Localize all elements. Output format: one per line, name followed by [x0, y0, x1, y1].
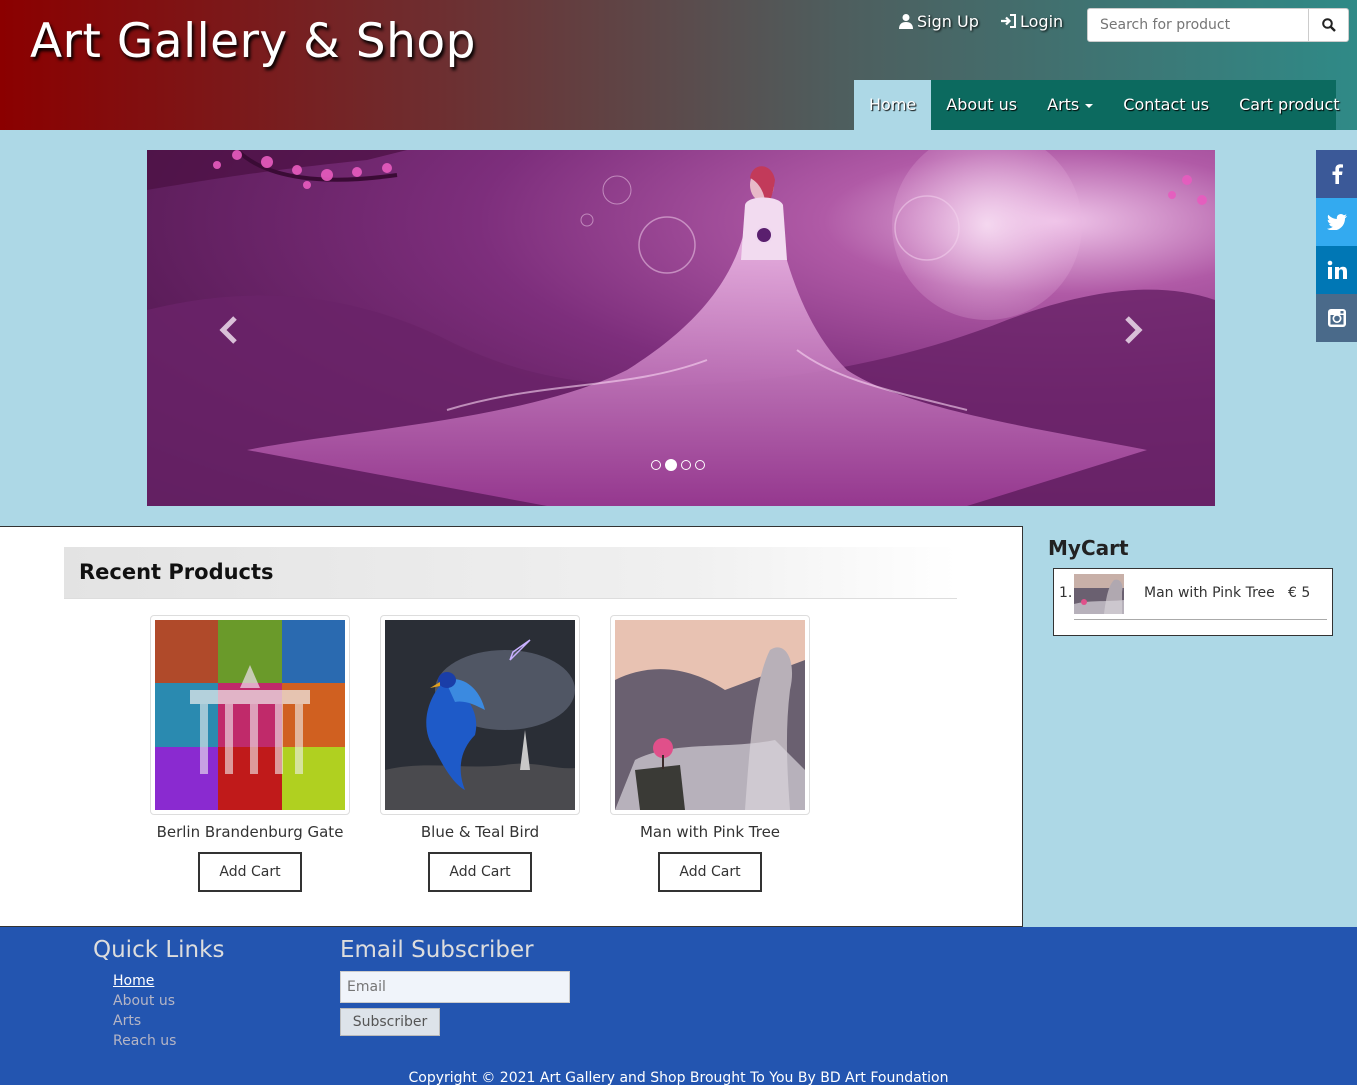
- carousel-next-button[interactable]: [1121, 310, 1145, 350]
- product-card: Man with Pink Tree Add Cart: [610, 615, 810, 892]
- nav-arts-label: Arts: [1047, 95, 1080, 114]
- nav-home-label: Home: [869, 95, 917, 114]
- product-name: Man with Pink Tree: [639, 823, 781, 841]
- login-label: Login: [1020, 12, 1064, 31]
- product-name: Blue & Teal Bird: [420, 823, 540, 841]
- cart-item-price: € 5: [1288, 585, 1311, 601]
- cart-item-name: Man with Pink Tree: [1144, 585, 1275, 601]
- recent-products-header: Recent Products: [64, 547, 957, 599]
- search-input[interactable]: [1088, 9, 1308, 41]
- user-icon: [899, 14, 913, 29]
- footer-link-arts[interactable]: Arts: [113, 1013, 141, 1029]
- login-link[interactable]: Login: [1000, 12, 1063, 31]
- pink-tree-image: [615, 620, 805, 810]
- facebook-icon: [1332, 164, 1343, 184]
- nav-about[interactable]: About us: [931, 80, 1032, 130]
- search-button[interactable]: [1308, 9, 1348, 41]
- nav-home[interactable]: Home: [854, 80, 932, 130]
- carousel-indicator[interactable]: [695, 460, 705, 470]
- nav-cart-label: Cart product: [1239, 95, 1340, 114]
- instagram-button[interactable]: [1316, 294, 1357, 342]
- site-header: Art Gallery & Shop Sign Up Login Home Ab…: [0, 0, 1357, 130]
- linkedin-icon: [1327, 260, 1347, 279]
- nav-contact[interactable]: Contact us: [1108, 80, 1224, 130]
- nav-arts-dropdown[interactable]: Arts: [1032, 80, 1108, 130]
- instagram-icon: [1327, 309, 1346, 327]
- carousel-prev-button[interactable]: [217, 310, 241, 350]
- search-icon: [1321, 18, 1336, 32]
- facebook-button[interactable]: [1316, 150, 1357, 198]
- login-icon: [1001, 14, 1016, 28]
- quick-links-heading: Quick Links: [93, 937, 225, 963]
- berlin-gate-image: [155, 620, 345, 810]
- signup-label: Sign Up: [917, 12, 979, 31]
- product-thumbnail[interactable]: [380, 615, 580, 815]
- footer-link-reach[interactable]: Reach us: [113, 1033, 176, 1049]
- carousel-indicator[interactable]: [651, 460, 661, 470]
- main-nav: Home About us Arts Contact us Cart produ…: [854, 80, 1340, 130]
- email-subscriber-heading: Email Subscriber: [340, 937, 534, 963]
- divider: [1074, 619, 1327, 620]
- signup-link[interactable]: Sign Up: [898, 12, 979, 31]
- add-cart-button[interactable]: Add Cart: [658, 852, 762, 892]
- linkedin-button[interactable]: [1316, 246, 1357, 294]
- copyright-text: Copyright © 2021 Art Gallery and Shop Br…: [408, 1070, 949, 1085]
- hero-carousel: [147, 150, 1215, 506]
- product-card: Blue & Teal Bird Add Cart: [380, 615, 580, 892]
- product-name: Berlin Brandenburg Gate: [156, 823, 344, 841]
- product-card: Berlin Brandenburg Gate Add Cart: [150, 615, 350, 892]
- main-content: Recent Products Berlin Brandenburg Gate …: [0, 526, 1023, 927]
- twitter-icon: [1326, 214, 1347, 230]
- recent-products-title: Recent Products: [79, 560, 274, 584]
- carousel-slide-image: [147, 150, 1215, 506]
- product-thumbnail[interactable]: [150, 615, 350, 815]
- add-cart-button[interactable]: Add Cart: [428, 852, 532, 892]
- site-title: Art Gallery & Shop: [30, 14, 476, 69]
- cart-item-thumbnail[interactable]: [1074, 574, 1124, 614]
- add-cart-button[interactable]: Add Cart: [198, 852, 302, 892]
- product-thumbnail[interactable]: [610, 615, 810, 815]
- teal-bird-image: [385, 620, 575, 810]
- footer-link-home[interactable]: Home: [113, 973, 154, 989]
- subscribe-button[interactable]: Subscriber: [340, 1008, 440, 1036]
- search-box: [1087, 8, 1349, 42]
- footer-link-about[interactable]: About us: [113, 993, 175, 1009]
- carousel-indicator[interactable]: [681, 460, 691, 470]
- carousel-indicator-active[interactable]: [665, 459, 677, 471]
- cart-item-index: 1.: [1059, 585, 1073, 601]
- twitter-button[interactable]: [1316, 198, 1357, 246]
- caret-down-icon: [1085, 103, 1094, 108]
- nav-cart-product[interactable]: Cart product: [1224, 80, 1354, 130]
- site-footer: Quick Links Home About us Arts Reach us …: [0, 927, 1357, 1085]
- email-input[interactable]: [340, 971, 570, 1003]
- mycart-title: MyCart: [1048, 536, 1129, 560]
- carousel-indicators: [651, 459, 705, 471]
- nav-about-label: About us: [946, 95, 1018, 114]
- mycart-box: 1. Man with Pink Tree € 5: [1053, 568, 1333, 636]
- nav-contact-label: Contact us: [1123, 95, 1210, 114]
